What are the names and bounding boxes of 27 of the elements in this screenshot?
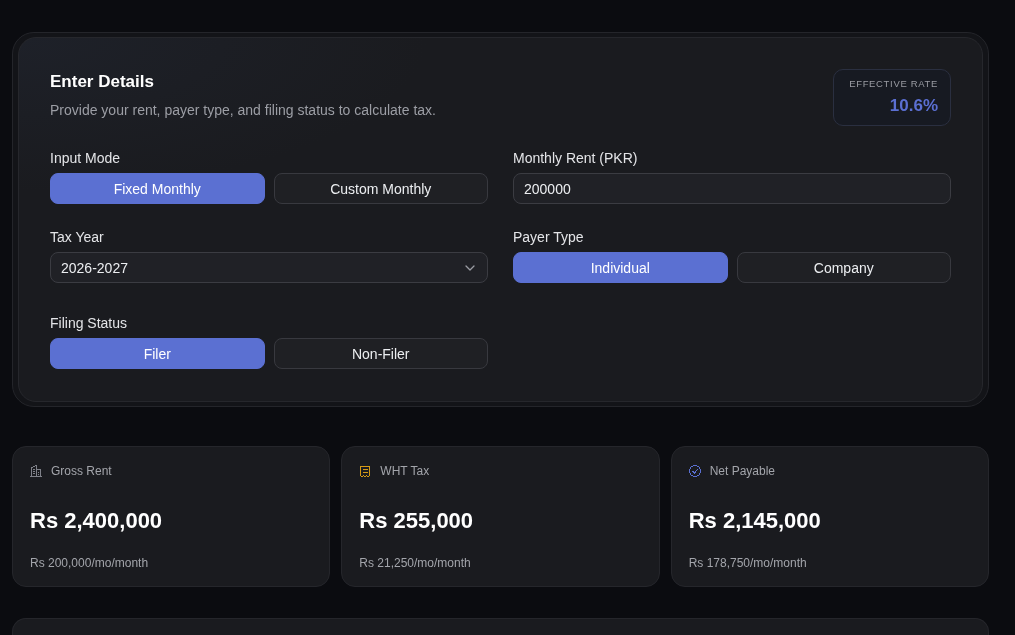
field-label: Tax Year [50,229,104,246]
stat-label: Gross Rent [51,463,112,479]
stat-value: Rs 255,000 [359,507,475,535]
field-label: Filing Status [50,315,128,332]
section-description: Provide your rent, payer type, and filing status to calculate tax. [50,101,436,119]
field-label: Payer Type [513,229,584,246]
effective-rate-value: 10.6% [889,96,938,116]
section-title: Enter Details [50,72,155,92]
stat-label: WHT Tax [380,463,430,479]
stat-label: Net Payable [709,463,776,479]
stat-value: Rs 2,145,000 [688,507,822,535]
tax-year-select[interactable]: 2026-2027 [50,252,488,283]
filing-option-button[interactable]: Filer [50,338,265,369]
payer-option-button[interactable]: Individual [513,252,728,283]
stat-monthly-note: Rs 178,750/mo/month [688,556,808,571]
mode-option-button[interactable]: Fixed Monthly [50,173,265,204]
filing-option-button[interactable]: Non-Filer [273,338,488,369]
payer-option-button[interactable]: Company [736,252,951,283]
effective-rate-label: EFFECTIVE RATE [849,78,938,90]
stat-value: Rs 2,400,000 [30,507,164,535]
stat-monthly-note: Rs 200,000/mo/month [30,556,150,571]
monthly-rent-input[interactable]: 200000 [513,173,951,204]
mode-option-button[interactable]: Custom Monthly [273,173,488,204]
field-label: Monthly Rent (PKR) [513,150,638,167]
field-label: Input Mode [50,150,121,167]
chevron-down-icon [465,264,475,271]
stat-monthly-note: Rs 21,250/mo/month [359,556,472,571]
